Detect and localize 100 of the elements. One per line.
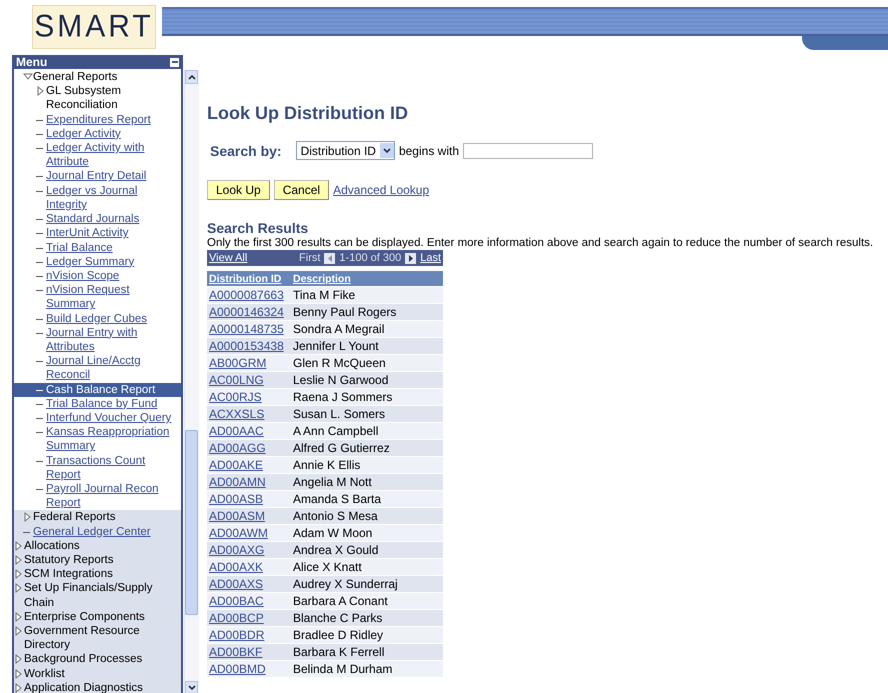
description-cell-text: Angelia M Nott [292, 475, 373, 489]
distribution-id-link[interactable]: ACXXSLS [207, 407, 291, 421]
description-cell-text: A Ann Campbell [292, 424, 380, 438]
description-cell-text: Jennifer L Yount [292, 339, 380, 353]
search-field[interactable] [463, 142, 593, 158]
dash-icon [36, 176, 43, 178]
chevron-up-icon[interactable] [188, 74, 196, 80]
menu-item[interactable]: InterUnit Activity [14, 226, 181, 240]
dash-icon [36, 488, 43, 490]
triangle-right-icon[interactable] [36, 84, 46, 98]
scrollbar[interactable] [184, 70, 199, 693]
menu-item[interactable]: Trial Balance [14, 240, 181, 255]
menu-item[interactable]: nVision Request Summary [14, 283, 181, 312]
triangle-right-icon[interactable] [23, 510, 33, 524]
menu-item[interactable]: Ledger Activity [14, 126, 181, 142]
results-heading: Search Results [207, 220, 310, 236]
dash-icon [36, 262, 43, 263]
dash-icon [36, 148, 43, 150]
lookup-form-button[interactable]: Cancel [274, 180, 330, 200]
menu-item[interactable]: Journal Entry with Attributes [14, 326, 181, 354]
operator-label: begins with [398, 144, 459, 158]
collapse-icon[interactable] [170, 58, 179, 67]
menu-item[interactable]: Allocations [14, 538, 181, 553]
menu-item[interactable]: nVision Scope [14, 268, 181, 284]
menu-item[interactable]: Build Ledger Cubes [14, 312, 181, 326]
menu-item[interactable]: Payroll Journal Recon Report [14, 482, 181, 510]
menu-item[interactable]: Ledger Activity with Attribute [14, 141, 181, 170]
chevron-down-icon[interactable] [188, 685, 196, 691]
description-cell-text: Adam W Moon [292, 526, 374, 540]
menu-item[interactable]: Journal Line/Acctg Reconcil [14, 354, 181, 383]
range-label: 1-100 of 300 [339, 252, 402, 264]
previous-icon[interactable] [324, 252, 336, 264]
dash-icon [36, 290, 43, 292]
distribution-id-link[interactable]: AD00AMN [207, 475, 291, 489]
distribution-id-link[interactable]: A0000087663 [207, 288, 291, 302]
description-cell-text: Annie K Ellis [292, 458, 362, 472]
menu-item[interactable]: Enterprise Components [14, 610, 181, 624]
menu-item[interactable]: Federal Reports [14, 510, 181, 525]
description-cell-text: Sondra A Megrail [292, 322, 386, 336]
menu-item[interactable]: Government Resource Directory [14, 624, 181, 652]
column-header[interactable]: Distribution ID [207, 272, 291, 284]
menu-item[interactable]: Trial Balance by Fund [14, 396, 181, 411]
description-cell-text: Andrea X Gould [292, 543, 380, 557]
menu-item[interactable]: SCM Integrations [14, 567, 181, 582]
distribution-id-link[interactable]: AD00AKE [207, 458, 291, 472]
last-link[interactable]: Last [420, 252, 441, 264]
distribution-id-link[interactable]: AD00BDR [207, 628, 291, 642]
distribution-id-link[interactable]: AD00BCP [207, 611, 291, 625]
distribution-id-link[interactable]: A0000146324 [207, 305, 291, 319]
description-cell-text: Benny Paul Rogers [292, 305, 398, 319]
distribution-id-link[interactable]: AD00AXS [207, 577, 291, 591]
distribution-id-link[interactable]: AC00LNG [207, 373, 291, 387]
menu-item[interactable]: Standard Journals [14, 212, 181, 226]
triangle-right-icon[interactable] [14, 680, 24, 693]
dash-icon [36, 276, 43, 277]
description-cell-text: Audrey X Sunderraj [292, 577, 399, 591]
distribution-id-link[interactable]: AB00GRM [207, 356, 291, 370]
distribution-id-link[interactable]: AD00BAC [207, 594, 291, 608]
menu-item[interactable]: Worklist [14, 666, 181, 681]
view-all-link[interactable]: View All [209, 252, 248, 264]
distribution-id-link[interactable]: AD00AXK [207, 560, 291, 574]
menu-item[interactable]: Statutory Reports [14, 552, 181, 568]
menu-item[interactable]: GL Subsystem Reconciliation [14, 84, 181, 113]
dash-icon [36, 390, 43, 391]
first-label: First [299, 252, 320, 264]
menu-item[interactable]: Interfund Voucher Query [14, 410, 181, 426]
menu-item[interactable]: Transactions Count Report [14, 454, 181, 482]
distribution-id-link[interactable]: AD00ASB [207, 492, 291, 506]
distribution-id-link[interactable]: AC00RJS [207, 390, 291, 404]
column-header[interactable]: Description [291, 272, 443, 284]
distribution-id-link[interactable]: AD00BMD [207, 662, 291, 676]
description-cell-text: Antonio S Mesa [292, 509, 379, 523]
distribution-id-link[interactable]: AD00AAC [207, 424, 291, 438]
distribution-id-link[interactable]: AD00ASM [207, 509, 291, 523]
menu-item[interactable]: General Ledger Center [14, 524, 181, 539]
description-cell-text: Amanda S Barta [292, 492, 382, 506]
menu-item[interactable]: Background Processes [14, 652, 181, 667]
menu-item[interactable]: General Reports [14, 70, 181, 84]
menu-item[interactable]: Set Up Financials/Supply Chain [14, 581, 181, 610]
distribution-id-link[interactable]: A0000153438 [207, 339, 291, 353]
distribution-id-link[interactable]: AD00BKF [207, 645, 291, 659]
distribution-id-link[interactable]: AD00AWM [207, 526, 291, 540]
distribution-id-link[interactable]: AD00AXG [207, 543, 291, 557]
menu-item[interactable]: Application Diagnostics [14, 680, 181, 693]
menu-item[interactable]: Ledger vs Journal Integrity [14, 184, 181, 212]
menu-item[interactable]: Kansas Reappropriation Summary [14, 425, 181, 454]
distribution-id-link[interactable]: AD00AGG [207, 441, 291, 455]
menu-item[interactable]: Cash Balance Report [14, 382, 181, 397]
menu-item[interactable]: Ledger Summary [14, 254, 181, 269]
triangle-right-icon[interactable] [14, 652, 24, 666]
menu-item[interactable]: Journal Entry Detail [14, 169, 181, 184]
search-by-dropdown[interactable]: Distribution ID [296, 141, 395, 160]
dash-icon [36, 418, 43, 419]
advanced-lookup-link[interactable]: Advanced Lookup [333, 183, 430, 197]
description-cell-text: Alfred G Gutierrez [292, 441, 391, 455]
next-icon[interactable] [405, 252, 416, 264]
description-cell-text: Glen R McQueen [292, 356, 387, 370]
menu-item[interactable]: Expenditures Report [14, 112, 181, 127]
lookup-form-button[interactable]: Look Up [207, 180, 270, 200]
distribution-id-link[interactable]: A0000148735 [207, 322, 291, 336]
